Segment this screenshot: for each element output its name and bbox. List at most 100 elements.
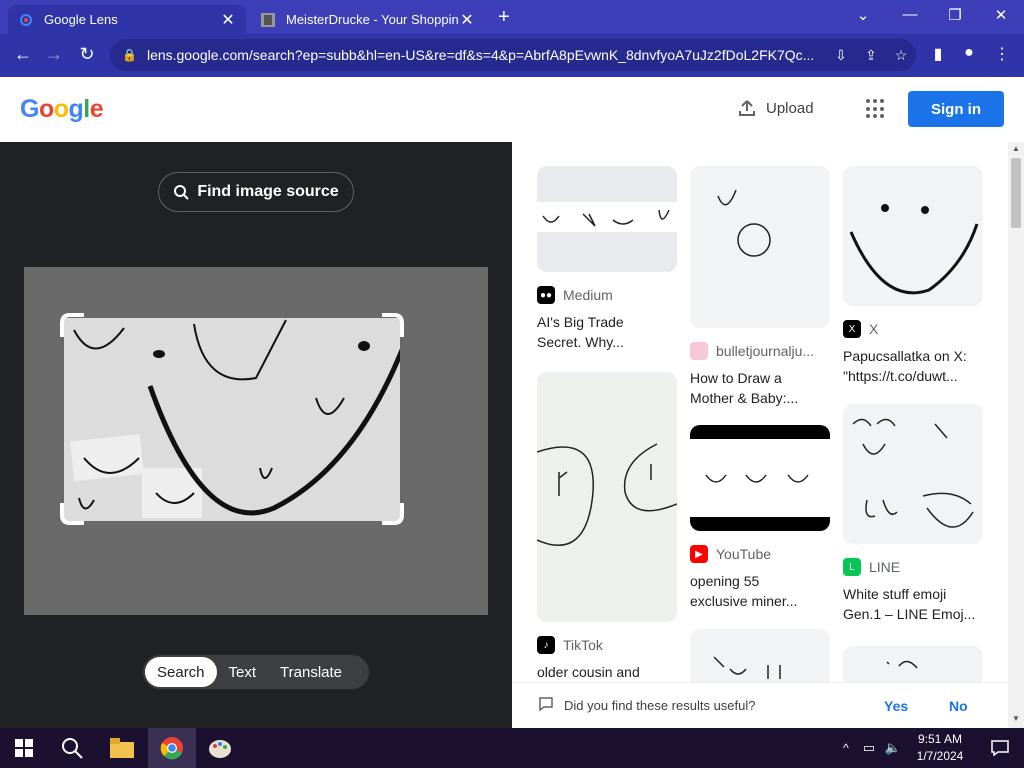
tab-title: MeisterDrucke - Your Shopping (286, 12, 459, 27)
lens-header: Google Upload Sign in (0, 77, 1024, 142)
menu-kebab-icon[interactable]: ⋮ (990, 44, 1014, 64)
close-window-button[interactable]: ✕ (989, 6, 1013, 24)
new-tab-button[interactable]: + (498, 6, 510, 29)
result-thumbnail (843, 646, 983, 686)
feedback-question: Did you find these results useful? (564, 698, 756, 713)
google-lens-icon (18, 12, 34, 28)
windows-start-icon[interactable] (0, 728, 48, 768)
minimize-button[interactable]: — (898, 6, 922, 23)
result-source: X (869, 321, 879, 337)
result-card[interactable]: L LINE White stuff emoji Gen.1 – LINE Emoj… (843, 404, 983, 624)
bulletjournal-icon (690, 342, 708, 360)
network-icon[interactable]: ▭ (858, 728, 880, 768)
reload-icon[interactable]: ↻ (76, 44, 98, 65)
upload-label: Upload (766, 99, 814, 117)
crop-corner-handles[interactable] (24, 267, 488, 615)
result-thumbnail (690, 166, 830, 328)
back-arrow-icon[interactable]: ← (12, 44, 34, 65)
result-caption: Gen.1 – LINE Emoj... (843, 606, 976, 622)
find-image-source-button[interactable]: Find image source (158, 172, 354, 212)
bookmark-star-icon[interactable]: ☆ (886, 47, 916, 64)
feedback-yes-button[interactable]: Yes (884, 698, 908, 714)
youtube-icon: ▶ (690, 545, 708, 563)
google-logo[interactable]: Google (20, 95, 104, 124)
result-caption: older cousin and (537, 664, 640, 680)
result-source: Medium (563, 287, 613, 303)
result-card[interactable]: ▶ YouTube opening 55 exclusive miner... (690, 425, 830, 611)
system-clock[interactable]: 9:51 AM 1/7/2024 (910, 731, 970, 765)
visual-matches-panel: ●● Medium AI's Big Trade Secret. Why... bu… (512, 142, 1024, 728)
mode-translate-tab[interactable]: Translate (268, 657, 354, 687)
result-source: LINE (869, 559, 901, 575)
image-search-icon (174, 185, 190, 200)
share-icon[interactable]: ⇪ (856, 47, 886, 64)
upload-icon (739, 100, 755, 116)
x-logo-icon: X (843, 320, 861, 338)
notifications-icon[interactable] (976, 728, 1024, 768)
result-thumbnail (537, 372, 677, 622)
result-source: bulletjournalju... (716, 343, 815, 359)
search-icon[interactable] (48, 728, 96, 768)
browser-toolbar: ← → ↻ 🔒 lens.google.com/search?ep=subb&h… (0, 34, 1024, 77)
tiktok-icon: ♪ (537, 636, 555, 654)
file-explorer-icon[interactable] (98, 728, 146, 768)
chrome-taskbar-icon[interactable] (148, 728, 196, 768)
result-caption: Secret. Why... (537, 334, 624, 350)
apps-grid-icon[interactable] (866, 99, 886, 119)
paint-app-icon[interactable] (196, 728, 244, 768)
side-panel-icon[interactable]: ▮ (926, 44, 950, 64)
forward-arrow-icon[interactable]: → (43, 44, 65, 65)
url-text: lens.google.com/search?ep=subb&hl=en-US&… (146, 47, 815, 63)
mode-search-tab[interactable]: Search (145, 657, 217, 687)
feedback-icon (538, 696, 554, 715)
result-source: YouTube (716, 546, 772, 562)
result-thumbnail (690, 629, 830, 689)
upload-button[interactable]: Upload (738, 99, 814, 117)
close-tab-icon[interactable]: ✕ (459, 10, 475, 30)
medium-icon: ●● (537, 286, 555, 304)
profile-avatar[interactable]: ● (957, 44, 981, 62)
result-card[interactable] (843, 646, 983, 686)
mode-text-tab[interactable]: Text (217, 657, 269, 687)
volume-muted-icon[interactable]: 🔈 (882, 728, 904, 768)
result-caption: Papucsallatka on X: (843, 348, 967, 364)
image-canvas[interactable] (24, 267, 488, 615)
result-caption: opening 55 (690, 573, 760, 589)
scroll-down-arrow-icon[interactable]: ▼ (1012, 714, 1020, 723)
lock-icon: 🔒 (122, 48, 137, 62)
scroll-up-arrow-icon[interactable]: ▲ (1012, 144, 1020, 153)
clock-date: 1/7/2024 (916, 749, 964, 763)
windows-taskbar: ^ ▭ 🔈 9:51 AM 1/7/2024 (0, 728, 1024, 768)
result-caption: Mother & Baby:... (690, 390, 799, 406)
scrollbar-thumb[interactable] (1011, 158, 1021, 228)
feedback-no-button[interactable]: No (949, 698, 968, 714)
result-card[interactable]: ●● Medium AI's Big Trade Secret. Why... (537, 166, 677, 352)
result-thumbnail (843, 404, 983, 544)
tab-search-icon[interactable]: ⌄ (851, 6, 875, 24)
result-card[interactable]: bulletjournalju... How to Draw a Mother &… (690, 166, 830, 408)
results-scrollbar[interactable]: ▲ ▼ (1008, 142, 1024, 728)
lens-image-panel: Find image source Search Text Translate (0, 142, 512, 728)
restore-button[interactable]: ❐ (943, 6, 967, 24)
line-app-icon: L (843, 558, 861, 576)
address-bar[interactable]: 🔒 lens.google.com/search?ep=subb&hl=en-U… (110, 39, 916, 71)
result-caption: AI's Big Trade (537, 314, 624, 330)
result-card[interactable]: XX Papucsallatka on X: "https://t.co/duwt… (843, 166, 983, 386)
lens-mode-switcher: Search Text Translate (143, 655, 369, 689)
install-icon[interactable]: ⇩ (826, 47, 856, 64)
result-caption: White stuff emoji (843, 586, 947, 602)
meisterdrucke-icon (260, 12, 276, 28)
feedback-bar: Did you find these results useful? Yes N… (512, 682, 1012, 728)
tab-google-lens[interactable]: Google Lens ✕ (8, 5, 246, 34)
tab-meisterdrucke[interactable]: MeisterDrucke - Your Shopping ✕ (250, 5, 485, 34)
result-card[interactable]: ♪ TikTok older cousin and (537, 372, 677, 682)
result-thumbnail (843, 166, 983, 306)
result-caption: exclusive miner... (690, 593, 798, 609)
sign-in-button[interactable]: Sign in (908, 91, 1004, 127)
result-card[interactable] (690, 629, 830, 689)
show-hidden-icons-chevron-icon[interactable]: ^ (836, 728, 856, 768)
close-tab-icon[interactable]: ✕ (220, 10, 236, 30)
result-thumbnail (690, 425, 830, 531)
browser-tab-strip: Google Lens ✕ MeisterDrucke - Your Shopp… (0, 0, 1024, 34)
clock-time: 9:51 AM (917, 732, 963, 746)
